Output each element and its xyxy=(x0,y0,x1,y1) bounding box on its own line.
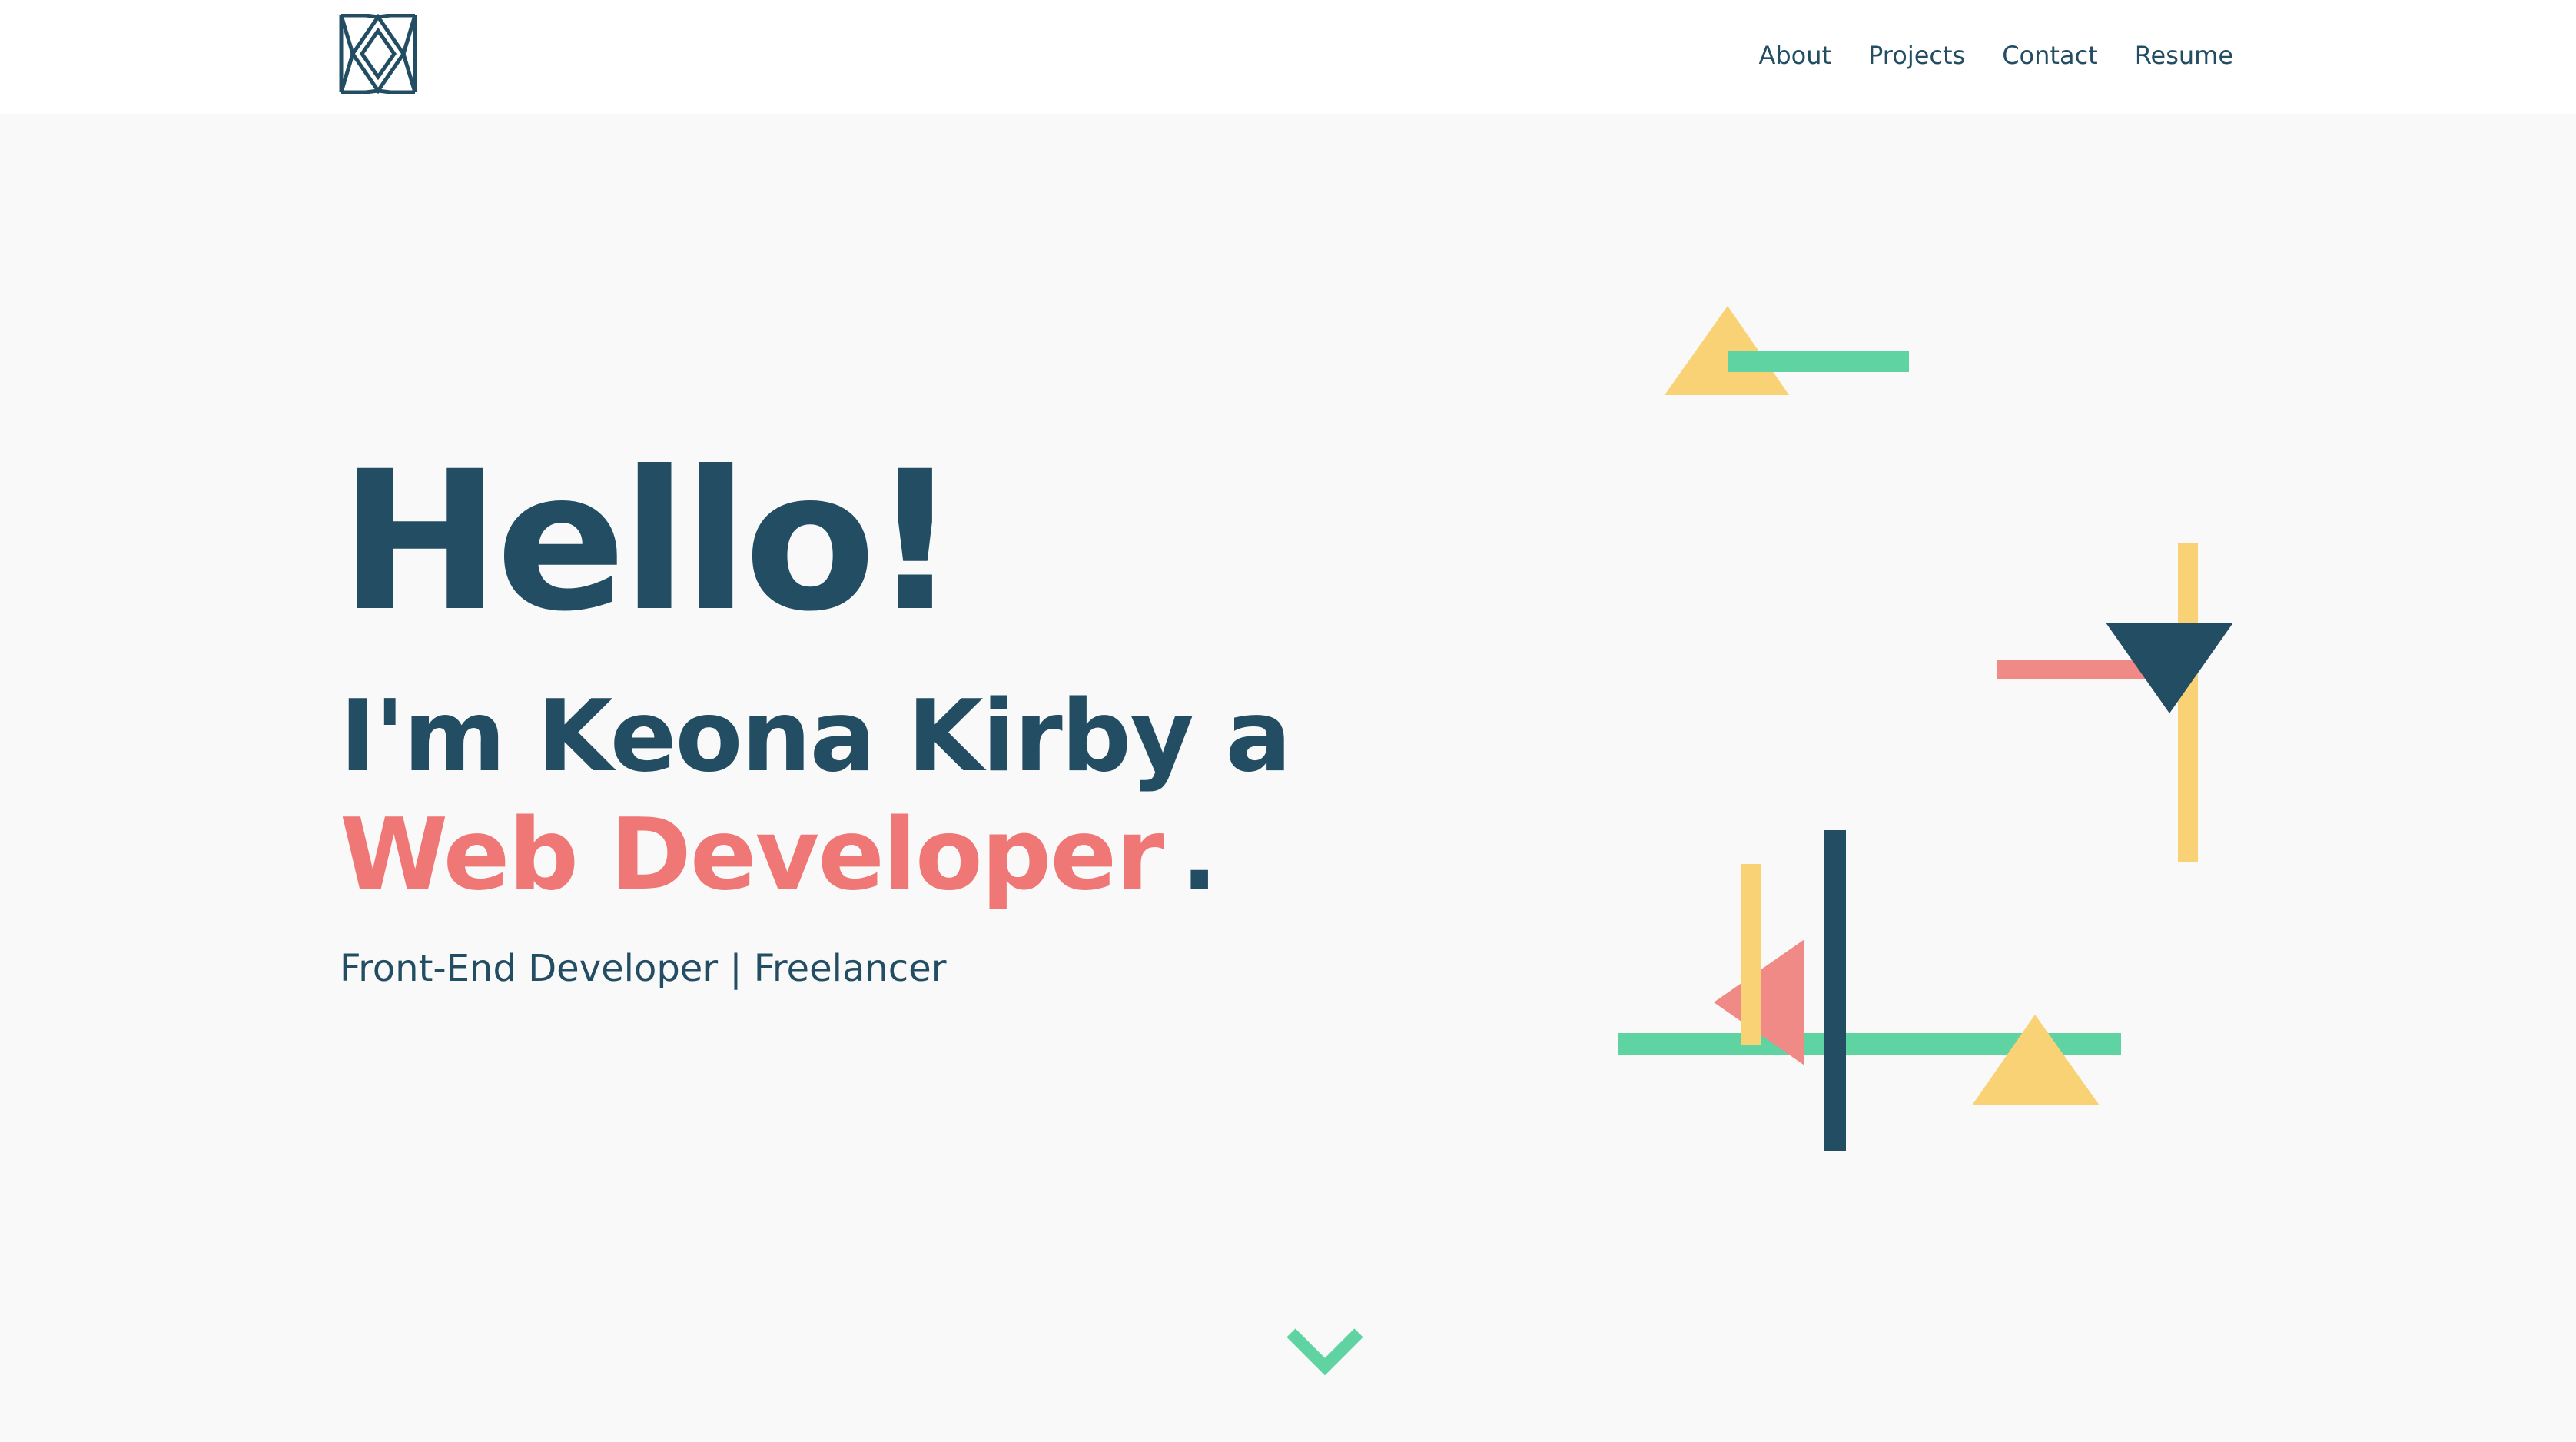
shape-yellow-bar-bottom xyxy=(1741,864,1761,1045)
nav-link-projects[interactable]: Projects xyxy=(1868,38,1965,72)
hero-role-dot: . xyxy=(1180,798,1218,912)
hero-role: Web Developer xyxy=(340,798,1164,912)
shape-yellow-triangle-top xyxy=(1665,306,1789,395)
shape-yellow-bar-right xyxy=(2178,543,2198,862)
nav-link-resume[interactable]: Resume xyxy=(2135,38,2233,72)
shape-navy-triangle-right xyxy=(2106,623,2233,713)
shape-coral-bar-right xyxy=(1997,660,2150,679)
nav-link-contact[interactable]: Contact xyxy=(2002,38,2098,72)
hero-intro: I'm Keona Kirby a xyxy=(340,679,1292,794)
shape-coral-triangle-bottom xyxy=(1714,939,1804,1065)
shape-navy-bar-bottom xyxy=(1824,830,1846,1151)
hero-role-line: Web Developer. xyxy=(340,796,1218,915)
chevron-down-icon[interactable] xyxy=(1285,1324,1365,1377)
shape-green-bar-top xyxy=(1728,351,1909,372)
hero-greeting: Hello! xyxy=(340,430,959,653)
monogram-logo-icon[interactable] xyxy=(339,14,417,94)
nav-link-about[interactable]: About xyxy=(1758,38,1831,72)
shape-green-bar-bottom xyxy=(1618,1033,2121,1055)
site-header: About Projects Contact Resume xyxy=(0,0,2576,114)
shape-yellow-triangle-bottom xyxy=(1972,1015,2100,1105)
hero-tagline: Front-End Developer | Freelancer xyxy=(340,947,947,990)
main-nav: About Projects Contact Resume xyxy=(1721,38,2233,72)
